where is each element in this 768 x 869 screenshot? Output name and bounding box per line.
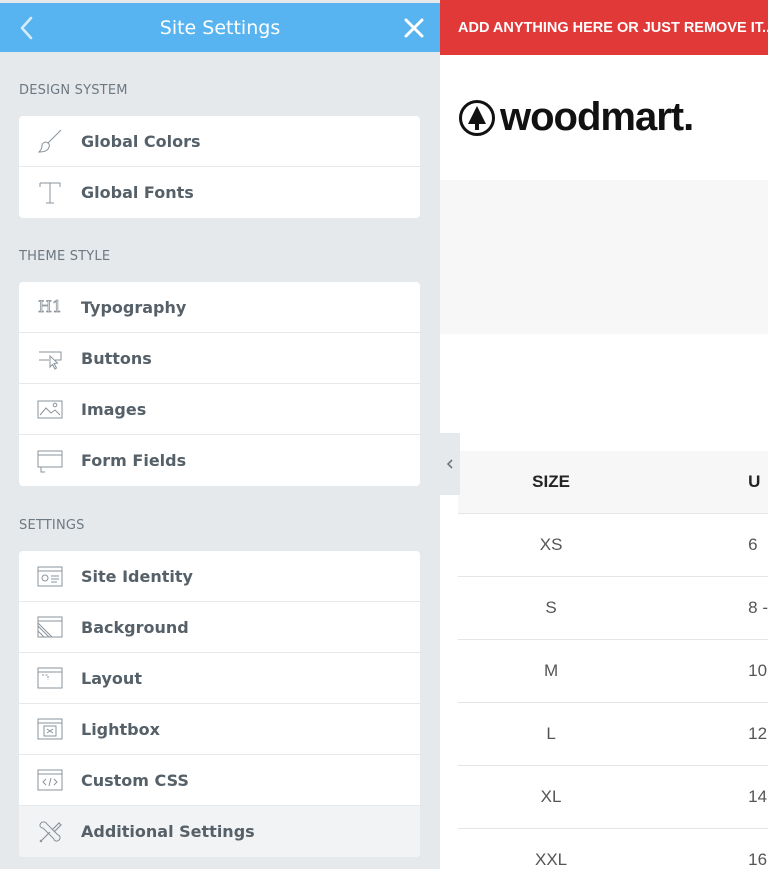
table-row: L 12: [458, 701, 768, 765]
tools-icon: [39, 820, 62, 842]
table-cell: XL: [458, 764, 645, 828]
settings-item-site-identity[interactable]: Site Identity: [19, 551, 420, 602]
settings-group: Site Identity Background Layout Lightbox…: [19, 551, 420, 857]
site-settings-panel: Site Settings DESIGN SYSTEM Global Color…: [0, 0, 440, 869]
table-cell: M: [458, 638, 645, 702]
tree-logo-icon: [459, 99, 495, 136]
settings-item-images[interactable]: Images: [19, 384, 420, 435]
settings-item-global-fonts[interactable]: Global Fonts: [19, 167, 420, 218]
table-cell: 6: [644, 512, 768, 576]
collapse-panel-button[interactable]: [440, 433, 460, 495]
code-icon: [37, 769, 63, 791]
close-icon: [404, 18, 424, 38]
chevron-left-icon: [446, 459, 453, 469]
settings-item-label: Lightbox: [81, 719, 160, 739]
lightbox-icon: [37, 718, 63, 740]
settings-item-buttons[interactable]: Buttons: [19, 333, 420, 384]
settings-item-label: Form Fields: [81, 451, 187, 470]
table-cell: 8 -: [644, 575, 768, 639]
image-icon: [37, 400, 63, 419]
table-cell: XXL: [458, 827, 645, 869]
settings-item-label: Background: [81, 617, 189, 637]
table-cell: 16: [644, 827, 768, 869]
settings-item-typography[interactable]: H1 Typography: [19, 282, 420, 333]
panel-title: Site Settings: [159, 16, 281, 39]
table-row: S8 -: [458, 575, 768, 639]
id-card-icon: [37, 566, 63, 587]
settings-item-label: Images: [81, 399, 147, 419]
background-icon: [37, 616, 63, 638]
table-cell: L: [458, 701, 645, 765]
table-header-row: SIZE U: [458, 451, 768, 513]
close-button[interactable]: [402, 16, 426, 40]
settings-item-additional-settings[interactable]: Additional Settings: [19, 806, 420, 857]
promo-topbar: ADD ANYTHING HERE OR JUST REMOVE IT...: [440, 0, 768, 55]
table-row: XL 14: [458, 764, 768, 828]
form-field-icon: [37, 450, 63, 472]
table-cell: XS: [458, 512, 645, 576]
hero-placeholder: [440, 180, 768, 334]
svg-text:H1: H1: [38, 297, 62, 316]
site-preview: ADD ANYTHING HERE OR JUST REMOVE IT... w…: [440, 0, 768, 869]
settings-item-global-colors[interactable]: Global Colors: [19, 116, 420, 167]
settings-item-layout[interactable]: Layout: [19, 653, 420, 704]
chevron-left-icon: [20, 16, 33, 40]
table-cell: 10: [644, 638, 768, 702]
settings-item-label: Buttons: [81, 348, 152, 368]
section-label-settings: SETTINGS: [19, 518, 85, 533]
logo-text: woodmart.: [500, 95, 694, 139]
settings-item-label: Global Colors: [81, 131, 201, 151]
settings-item-form-fields[interactable]: Form Fields: [19, 435, 420, 486]
table-cell: S: [458, 575, 645, 639]
settings-item-background[interactable]: Background: [19, 602, 420, 653]
section-label-theme-style: THEME STYLE: [19, 249, 111, 264]
column-header-2: U: [644, 451, 768, 513]
section-label-design-system: DESIGN SYSTEM: [19, 83, 128, 98]
settings-item-label: Layout: [81, 668, 142, 688]
font-icon: [39, 182, 61, 203]
table-row: XS 6: [458, 512, 768, 576]
settings-item-label: Typography: [81, 297, 187, 317]
button-pointer-icon: [39, 351, 62, 370]
settings-item-custom-css[interactable]: Custom CSS: [19, 755, 420, 806]
table-cell: 12: [644, 701, 768, 765]
table-row: M 10: [458, 638, 768, 702]
settings-item-label: Custom CSS: [81, 770, 189, 790]
brush-icon: [37, 129, 62, 153]
table-row: XXL 16: [458, 827, 768, 869]
heading-icon: H1: [38, 297, 63, 317]
settings-item-label: Additional Settings: [81, 822, 255, 841]
panel-header: Site Settings: [0, 3, 440, 52]
column-header-size: SIZE: [458, 451, 645, 513]
table-cell: 14: [644, 764, 768, 828]
size-chart-table: SIZE U XS 6 S8 - M 10 L 12 XL 14 XXL 16: [458, 451, 768, 869]
site-logo[interactable]: woodmart.: [458, 95, 694, 140]
topbar-text: ADD ANYTHING HERE OR JUST REMOVE IT...: [458, 19, 768, 36]
settings-item-lightbox[interactable]: Lightbox: [19, 704, 420, 755]
settings-item-label: Global Fonts: [81, 183, 194, 202]
settings-item-label: Site Identity: [81, 566, 193, 586]
layout-icon: [37, 667, 63, 689]
theme-style-group: H1 Typography Buttons Images Form Fields: [19, 282, 420, 486]
back-button[interactable]: [17, 15, 37, 41]
design-system-group: Global Colors Global Fonts: [19, 116, 420, 218]
